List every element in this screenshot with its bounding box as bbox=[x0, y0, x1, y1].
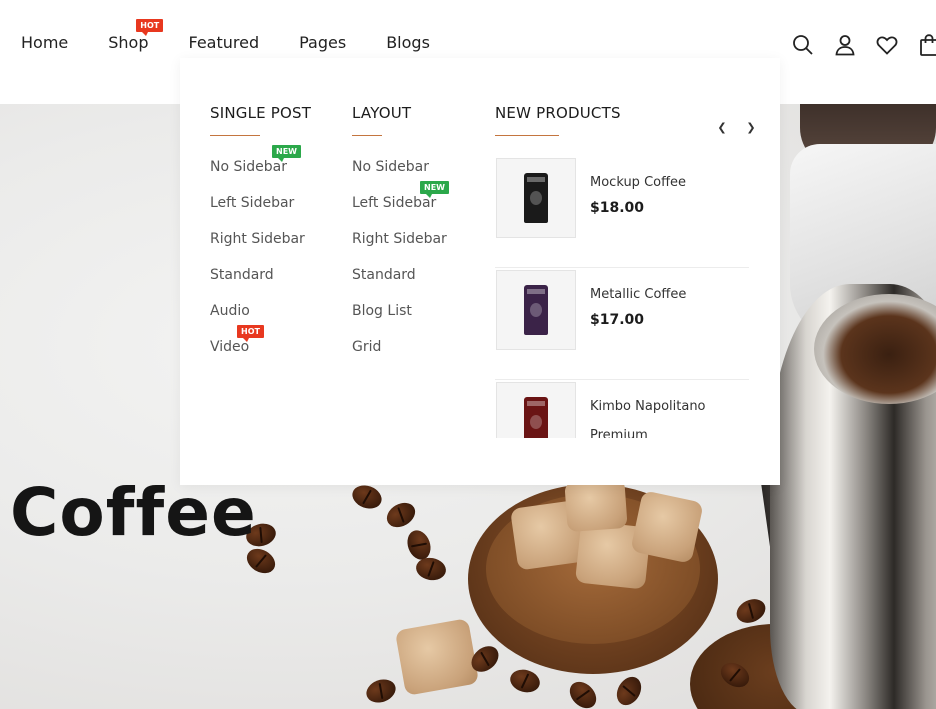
nav-item-label: Featured bbox=[188, 33, 260, 52]
carousel-controls: ❮ ❯ bbox=[711, 120, 769, 136]
menu-link-no-sidebar[interactable]: No Sidebar NEW bbox=[210, 145, 311, 194]
menu-link-label: Left Sidebar bbox=[352, 195, 437, 211]
product-price: $18.00 bbox=[590, 200, 645, 216]
column-title: NEW PRODUCTS bbox=[495, 104, 621, 122]
product-thumbnail[interactable] bbox=[496, 158, 576, 238]
menu-link-label: Left Sidebar bbox=[210, 195, 295, 211]
chevron-left-icon[interactable]: ❮ bbox=[711, 120, 733, 136]
nav-item-featured[interactable]: Featured bbox=[189, 33, 260, 53]
menu-link-grid[interactable]: Grid bbox=[352, 338, 447, 374]
heart-icon[interactable] bbox=[874, 32, 900, 58]
layout-links: No Sidebar Left Sidebar NEW Right Sideba… bbox=[352, 158, 449, 374]
menu-link-label: Blog List bbox=[352, 303, 412, 319]
coffee-bean-image bbox=[611, 672, 647, 709]
product-thumbnail[interactable] bbox=[496, 270, 576, 350]
column-title: LAYOUT bbox=[352, 104, 412, 122]
product-item: Mockup Coffee $18.00 bbox=[495, 156, 749, 268]
menu-link-left-sidebar[interactable]: Left Sidebar bbox=[210, 194, 311, 230]
product-name[interactable]: Mockup Coffee bbox=[590, 168, 740, 197]
menu-link-right-sidebar[interactable]: Right Sidebar bbox=[352, 230, 447, 266]
single-post-links: No Sidebar NEW Left Sidebar Right Sideba… bbox=[210, 145, 311, 374]
coffee-bean-image bbox=[732, 594, 770, 628]
hot-badge: HOT bbox=[237, 325, 264, 342]
main-nav: Home Shop HOT Featured Pages Blogs bbox=[21, 19, 470, 53]
product-item: Metallic Coffee $17.00 bbox=[495, 268, 749, 380]
title-underline bbox=[495, 135, 559, 136]
coffee-bag-image bbox=[524, 173, 548, 223]
menu-link-blog-list[interactable]: Blog List bbox=[352, 302, 447, 338]
menu-link-standard[interactable]: Standard bbox=[352, 266, 447, 302]
search-icon[interactable] bbox=[790, 32, 816, 58]
product-thumbnail[interactable] bbox=[496, 382, 576, 438]
new-products-carousel: Mockup Coffee $18.00 Metallic Coffee $17… bbox=[495, 156, 749, 438]
hero-title: Coffee bbox=[10, 474, 257, 551]
nav-item-label: Blogs bbox=[386, 33, 430, 52]
coffee-bean-image bbox=[564, 676, 602, 709]
shopping-bag-icon[interactable] bbox=[916, 32, 936, 58]
product-item: Kimbo Napolitano Premium bbox=[495, 380, 749, 438]
menu-link-right-sidebar[interactable]: Right Sidebar bbox=[210, 230, 311, 266]
menu-link-label: Grid bbox=[352, 339, 382, 355]
coffee-bean-image bbox=[507, 666, 543, 696]
coffee-bean-image bbox=[349, 481, 385, 513]
new-badge: NEW bbox=[420, 181, 449, 198]
coffee-bean-image bbox=[363, 675, 399, 707]
nav-item-pages[interactable]: Pages bbox=[299, 33, 346, 53]
chevron-right-icon[interactable]: ❯ bbox=[740, 120, 762, 136]
menu-link-label: Right Sidebar bbox=[352, 231, 447, 247]
user-icon[interactable] bbox=[832, 32, 858, 58]
menu-link-label: Standard bbox=[210, 267, 274, 283]
product-name[interactable]: Metallic Coffee bbox=[590, 280, 740, 309]
header-icons bbox=[774, 32, 936, 58]
menu-link-label: Right Sidebar bbox=[210, 231, 305, 247]
coffee-bag-image bbox=[524, 397, 548, 438]
nav-item-home[interactable]: Home bbox=[21, 33, 68, 53]
sugar-bowl-image bbox=[468, 477, 718, 674]
nav-item-shop[interactable]: Shop HOT bbox=[108, 19, 164, 53]
menu-link-left-sidebar[interactable]: Left Sidebar NEW bbox=[352, 181, 449, 230]
nav-item-label: Home bbox=[21, 33, 69, 52]
menu-link-label: Standard bbox=[352, 267, 416, 283]
menu-link-label: Audio bbox=[210, 303, 250, 319]
coffee-bag-image bbox=[524, 285, 548, 335]
new-products-header: NEW PRODUCTS bbox=[495, 104, 621, 158]
hot-badge: HOT bbox=[136, 19, 164, 36]
menu-link-label: No Sidebar bbox=[210, 159, 287, 175]
new-badge: NEW bbox=[272, 145, 301, 162]
title-underline bbox=[210, 135, 260, 136]
product-price: $17.00 bbox=[590, 312, 645, 328]
menu-link-standard[interactable]: Standard bbox=[210, 266, 311, 302]
single-post-column: SINGLE POST No Sidebar NEW Left Sidebar … bbox=[210, 104, 311, 374]
product-name[interactable]: Kimbo Napolitano Premium bbox=[590, 392, 740, 438]
sugar-cube-image bbox=[394, 618, 480, 696]
blogs-mega-menu: SINGLE POST No Sidebar NEW Left Sidebar … bbox=[180, 58, 780, 485]
coffee-bean-image bbox=[382, 497, 420, 533]
nav-item-label: Pages bbox=[299, 33, 347, 52]
title-underline bbox=[352, 135, 382, 136]
menu-link-video[interactable]: Video HOT bbox=[210, 325, 311, 374]
nav-item-blogs[interactable]: Blogs bbox=[386, 33, 430, 53]
menu-link-label: No Sidebar bbox=[352, 159, 429, 175]
layout-column: LAYOUT No Sidebar Left Sidebar NEW Right… bbox=[352, 104, 449, 374]
column-title: SINGLE POST bbox=[210, 104, 312, 122]
coffee-bean-image bbox=[414, 555, 448, 583]
